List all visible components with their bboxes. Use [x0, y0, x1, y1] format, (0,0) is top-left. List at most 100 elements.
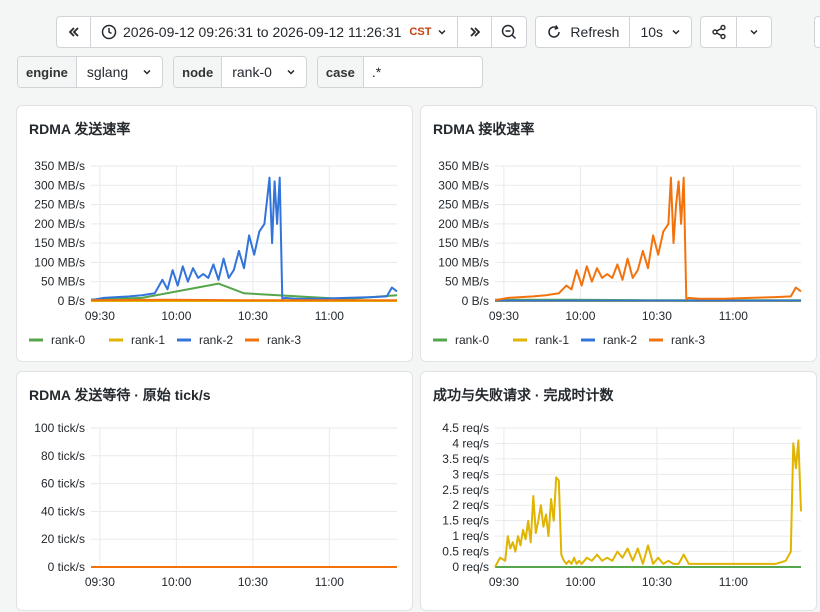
- y-tick-label: 300 MB/s: [34, 178, 85, 192]
- y-tick-label: 200 MB/s: [34, 217, 85, 231]
- chart-success-failure-requests: 0 req/s0.5 req/s 1 req/s1.5 req/s 2 req/s2…: [421, 372, 818, 612]
- legend-item-rank-1[interactable]: rank-1: [535, 333, 569, 347]
- y-tick-label: 2.5 req/s: [442, 483, 489, 497]
- time-range-label: 2026-09-12 09:26:31 to 2026-09-12 11:26:…: [123, 24, 401, 40]
- y-tick-label: 150 MB/s: [34, 236, 85, 250]
- x-tick-label: 10:30: [238, 309, 268, 323]
- y-tick-label: 1 req/s: [452, 529, 489, 543]
- x-tick-label: 11:00: [719, 309, 748, 323]
- node-select[interactable]: rank-0: [222, 57, 306, 87]
- x-tick-label: 11:00: [719, 575, 748, 589]
- x-tick-label: 10:00: [565, 309, 595, 323]
- refresh-interval-label: 10s: [640, 24, 663, 40]
- chevron-down-icon: [437, 27, 447, 37]
- panel-rdma-recv-rate: RDMA 接收速率 0 B/s50 MB/s100 MB/s150 MB/s20…: [420, 105, 817, 362]
- variable-engine: engine sglang: [17, 56, 163, 88]
- y-tick-label: 350 MB/s: [438, 159, 489, 173]
- y-tick-label: 100 MB/s: [34, 255, 85, 269]
- y-tick-label: 50 MB/s: [445, 275, 489, 289]
- y-tick-label: 50 MB/s: [41, 275, 85, 289]
- chevron-down-icon: [749, 27, 759, 37]
- y-tick-label: 200 MB/s: [438, 217, 489, 231]
- x-tick-label: 11:00: [315, 575, 344, 589]
- time-range-picker[interactable]: 2026-09-12 09:26:31 to 2026-09-12 11:26:…: [91, 17, 458, 47]
- share-icon: [711, 24, 727, 40]
- panel-rdma-send-rate: RDMA 发送速率 0 B/s50 MB/s100 MB/s150 MB/s20…: [16, 105, 413, 362]
- engine-select[interactable]: sglang: [77, 57, 162, 87]
- x-tick-label: 11:00: [315, 309, 344, 323]
- y-tick-label: 250 MB/s: [34, 198, 85, 212]
- double-chevron-left-icon: [67, 25, 81, 39]
- x-tick-label: 09:30: [85, 309, 115, 323]
- y-tick-label: 0 B/s: [58, 294, 85, 308]
- case-input[interactable]: .*: [364, 57, 482, 87]
- share-menu-button[interactable]: [737, 17, 771, 47]
- y-tick-label: 0 tick/s: [48, 560, 85, 574]
- x-tick-label: 09:30: [85, 575, 115, 589]
- x-tick-label: 09:30: [489, 309, 519, 323]
- y-tick-label: 40 tick/s: [41, 504, 85, 518]
- variable-label: engine: [18, 57, 77, 87]
- chevron-down-icon: [671, 27, 681, 37]
- y-tick-label: 150 MB/s: [438, 236, 489, 250]
- double-chevron-right-icon: [468, 25, 482, 39]
- shift-forward-button[interactable]: [458, 17, 492, 47]
- variable-value: sglang: [87, 64, 128, 80]
- legend-item-rank-3[interactable]: rank-3: [267, 333, 301, 347]
- variable-value: rank-0: [232, 64, 272, 80]
- refresh-interval-picker[interactable]: 10s: [630, 17, 691, 47]
- x-tick-label: 10:30: [238, 575, 268, 589]
- time-toolbar: 2026-09-12 09:26:31 to 2026-09-12 11:26:…: [56, 16, 772, 48]
- y-tick-label: 0 B/s: [462, 294, 489, 308]
- toolbar-overflow-button[interactable]: [814, 16, 820, 48]
- y-tick-label: 4.5 req/s: [442, 421, 489, 435]
- y-tick-label: 60 tick/s: [41, 477, 85, 491]
- y-tick-label: 0 req/s: [452, 560, 489, 574]
- x-tick-label: 10:00: [161, 309, 191, 323]
- variable-node: node rank-0: [173, 56, 307, 88]
- timezone-badge: CST: [409, 26, 431, 38]
- legend-item-rank-0[interactable]: rank-0: [51, 333, 85, 347]
- panel-rdma-send-wait: RDMA 发送等待 · 原始 tick/s 0 tick/s20 tick/s4…: [16, 371, 413, 611]
- chart-rdma-send-rate: 0 B/s 50 MB/s 100 MB/s 150 MB/s 200 MB/s 250 …: [17, 106, 414, 363]
- share-group: [700, 16, 772, 48]
- x-tick-label: 10:30: [642, 309, 672, 323]
- y-tick-label: 20 tick/s: [41, 532, 85, 546]
- legend-item-rank-3[interactable]: rank-3: [671, 333, 705, 347]
- chevron-down-icon: [286, 67, 296, 77]
- refresh-label: Refresh: [570, 24, 619, 40]
- shift-back-button[interactable]: [57, 17, 91, 47]
- x-tick-label: 10:00: [565, 575, 595, 589]
- y-tick-label: 350 MB/s: [34, 159, 85, 173]
- legend-item-rank-2[interactable]: rank-2: [199, 333, 233, 347]
- chart-rdma-recv-rate: 0 B/s 50 MB/s 100 MB/s 150 MB/s 200 MB/s 250 …: [421, 106, 818, 363]
- y-tick-label: 300 MB/s: [438, 178, 489, 192]
- x-tick-label: 10:00: [161, 575, 191, 589]
- y-tick-label: 0.5 req/s: [442, 545, 489, 559]
- chart-rdma-send-wait: 0 tick/s 20 tick/s 40 tick/s 60 tick/s 80 ti…: [17, 372, 414, 612]
- legend-item-rank-1[interactable]: rank-1: [131, 333, 165, 347]
- y-tick-label: 1.5 req/s: [442, 514, 489, 528]
- y-tick-label: 100 MB/s: [438, 255, 489, 269]
- series-line-rank-1: [495, 440, 801, 567]
- y-tick-label: 3 req/s: [452, 467, 489, 481]
- variable-case: case .*: [317, 56, 483, 88]
- share-button[interactable]: [701, 17, 737, 47]
- y-tick-label: 4 req/s: [452, 436, 489, 450]
- variable-bar: engine sglang node rank-0 case .*: [17, 56, 483, 88]
- refresh-group: Refresh 10s: [535, 16, 692, 48]
- zoom-out-button[interactable]: [492, 17, 526, 47]
- legend-item-rank-0[interactable]: rank-0: [455, 333, 489, 347]
- y-tick-label: 2 req/s: [452, 498, 489, 512]
- y-tick-label: 100 tick/s: [34, 421, 85, 435]
- clock-icon: [101, 24, 117, 40]
- panel-success-failure-requests: 成功与失败请求 · 完成时计数 0 req/s0.5 req/s1 req/s1…: [420, 371, 817, 611]
- refresh-icon: [546, 24, 562, 40]
- y-tick-label: 250 MB/s: [438, 198, 489, 212]
- zoom-out-icon: [501, 24, 517, 40]
- variable-label: node: [174, 57, 222, 87]
- refresh-button[interactable]: Refresh: [536, 17, 630, 47]
- x-tick-label: 10:30: [642, 575, 672, 589]
- y-tick-label: 80 tick/s: [41, 449, 85, 463]
- legend-item-rank-2[interactable]: rank-2: [603, 333, 637, 347]
